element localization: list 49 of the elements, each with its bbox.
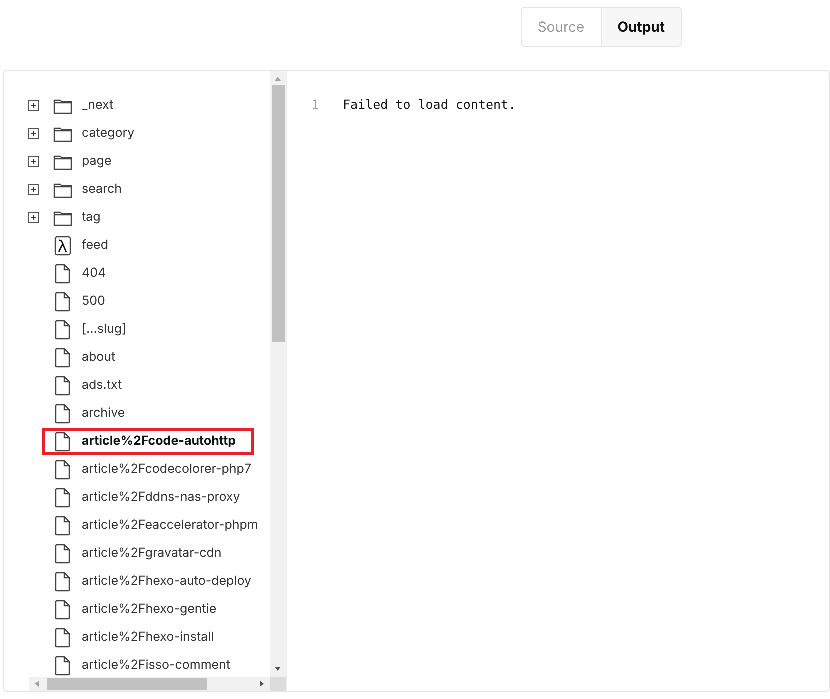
code-line: Failed to load content. [343, 96, 516, 112]
file-icon [53, 516, 73, 536]
file-icon [53, 376, 73, 396]
tree-item[interactable]: tag [4, 204, 270, 231]
tree-item[interactable]: feed [4, 232, 270, 259]
scroll-down-icon[interactable] [274, 665, 282, 673]
expand-icon[interactable] [28, 212, 39, 223]
expand-icon[interactable] [28, 128, 39, 139]
tree-item[interactable]: search [4, 176, 270, 203]
file-icon [53, 600, 73, 620]
vertical-scrollbar[interactable] [270, 71, 286, 677]
file-icon [53, 488, 73, 508]
tree-item[interactable]: article%2Fhexo-gentie [4, 596, 270, 623]
tree-item[interactable]: article%2Fgravatar-cdn [4, 540, 270, 567]
tree-item[interactable]: article%2Fhexo-auto-deploy [4, 568, 270, 595]
file-icon [53, 348, 73, 368]
tree-item[interactable]: article%2Feaccelerator-phpm [4, 512, 270, 539]
tree-item[interactable]: article%2Fddns-nas-proxy [4, 484, 270, 511]
file-icon [53, 628, 73, 648]
tree-item[interactable]: 500 [4, 288, 270, 315]
expand-icon[interactable] [28, 156, 39, 167]
tree-item[interactable]: article%2Fcodecolorer-php7 [4, 456, 270, 483]
lambda-icon [53, 236, 73, 256]
file-icon [53, 460, 73, 480]
view-tab[interactable]: Output [600, 8, 681, 46]
line-number: 1 [310, 96, 319, 112]
tree-item[interactable]: ads.txt [4, 372, 270, 399]
tree-item[interactable]: [...slug] [4, 316, 270, 343]
scroll-right-icon[interactable] [258, 680, 266, 688]
horizontal-scrollbar[interactable] [29, 677, 270, 691]
tree-item[interactable]: article%2Fisso-comment [4, 652, 270, 677]
tree-item[interactable]: 404 [4, 260, 270, 287]
file-icon [53, 572, 73, 592]
file-icon [53, 404, 73, 424]
tree-item[interactable]: category [4, 120, 270, 147]
tree-item[interactable]: about [4, 344, 270, 371]
tree-item[interactable]: _next [4, 92, 270, 119]
tree-item[interactable]: page [4, 148, 270, 175]
file-icon [53, 432, 73, 452]
file-icon [53, 656, 73, 676]
file-icon [53, 320, 73, 340]
tree-item[interactable]: archive [4, 400, 270, 427]
expand-icon[interactable] [28, 100, 39, 111]
file-icon [53, 544, 73, 564]
tree-item[interactable]: article%2Fhexo-install [4, 624, 270, 651]
expand-icon[interactable] [28, 184, 39, 195]
file-icon [53, 292, 73, 312]
tree-item[interactable]: article%2Fcode-autohttp [42, 428, 254, 455]
file-icon [53, 264, 73, 284]
